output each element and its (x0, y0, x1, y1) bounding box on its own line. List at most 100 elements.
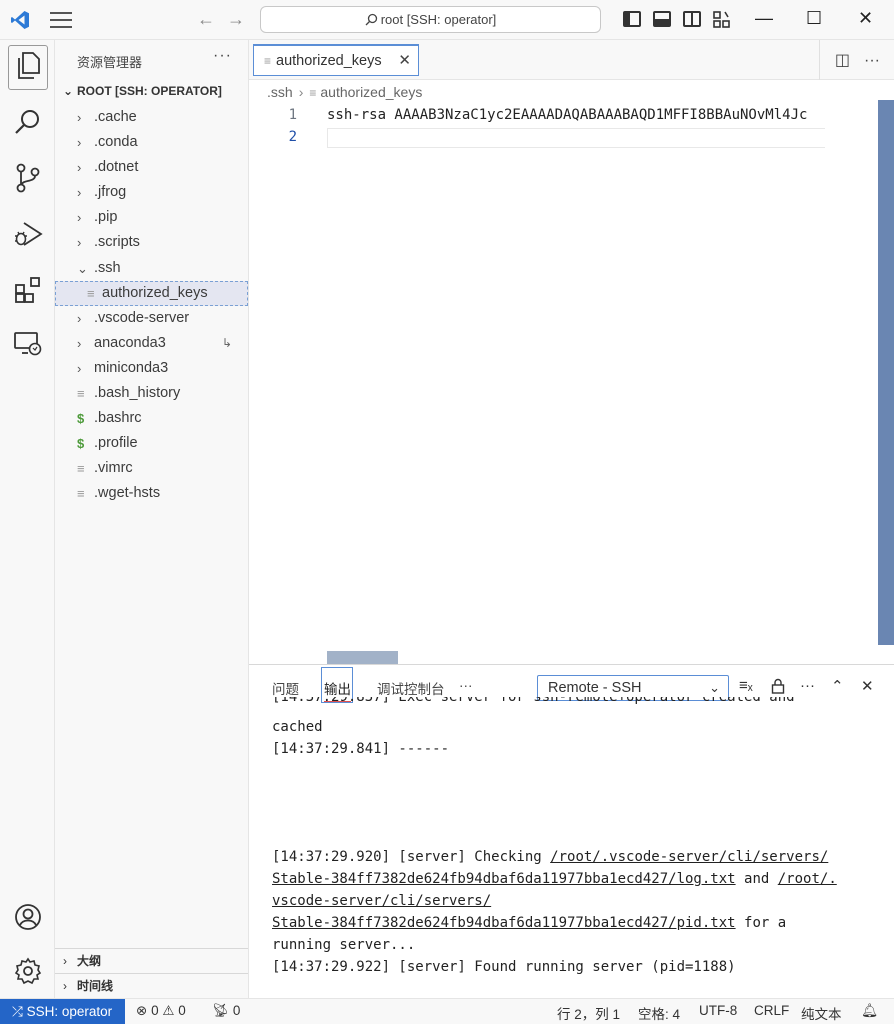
chevron-right-icon: › (77, 110, 82, 125)
tree-item-label: .jfrog (94, 184, 127, 201)
workspace-root-header[interactable]: ⌄ ROOT [SSH: OPERATOR] (63, 84, 222, 98)
tree-file[interactable]: ≡ .bash_history (55, 381, 248, 406)
tree-file[interactable]: ≡ authorized_keys (55, 280, 248, 306)
output-file-link[interactable]: vscode-server/cli/servers/ (272, 893, 491, 909)
tree-folder[interactable]: ⌄ .ssh (55, 256, 248, 281)
tree-folder[interactable]: › miniconda3 (55, 356, 248, 381)
file-lines-icon: ≡ (264, 54, 272, 68)
cursor-position[interactable]: 行 2，列 1 (557, 1003, 620, 1023)
customize-layout-icon[interactable] (713, 11, 731, 29)
tree-item-label: .scripts (94, 234, 140, 251)
text-editor[interactable]: 1 ssh-rsa AAAAB3NzaC1yc2EAAAADAQABAAABAQ… (249, 104, 894, 664)
split-editor-icon[interactable]: ◫ (835, 52, 850, 69)
back-arrow-icon[interactable]: ← (197, 9, 215, 30)
panel-more-actions-icon[interactable]: ··· (800, 677, 815, 694)
maximize-button[interactable]: ☐ (806, 8, 822, 29)
minimize-button[interactable]: — (755, 8, 773, 29)
output-file-link[interactable]: Stable-384ff7382de624fb94dbaf6da11977bba… (272, 915, 736, 931)
explorer-button[interactable] (0, 43, 55, 91)
error-icon: ⊗ (136, 1003, 148, 1018)
maximize-panel-icon[interactable]: ⌃ (831, 677, 844, 695)
clear-output-icon[interactable]: ≡ₓ (739, 677, 753, 694)
tab-debug-console[interactable]: 调试控制台 (377, 678, 445, 698)
eol-status[interactable]: CRLF (754, 1003, 789, 1018)
tab-authorized-keys[interactable]: ≡ authorized_keys ✕ (253, 44, 419, 76)
ports-status[interactable]: 📡︎ 0 (212, 1003, 240, 1019)
explorer-title: 资源管理器 (77, 55, 143, 70)
explorer-more-actions-button[interactable]: ··· (213, 47, 232, 65)
tree-folder[interactable]: › .vscode-server (55, 306, 248, 331)
breadcrumb: .ssh › ≡ authorized_keys (267, 84, 422, 100)
tree-item-label: .cache (94, 109, 137, 125)
close-tab-icon[interactable]: ✕ (398, 46, 411, 76)
output-file-link[interactable]: Stable-384ff7382de624fb94dbaf6da11977bba… (272, 871, 736, 887)
tree-file[interactable]: ≡ .wget-hsts (55, 481, 248, 506)
hamburger-menu-icon[interactable] (50, 12, 72, 28)
output-line: [14:37:29.920] [server] Checking /root/.… (272, 849, 829, 865)
search-text: root [SSH: operator] (380, 12, 497, 27)
more-actions-icon[interactable]: ··· (864, 52, 880, 69)
chevron-right-icon: › (77, 160, 82, 176)
output-file-link[interactable]: /root/.vscode-server/cli/servers/ (550, 849, 828, 865)
line-number: 2 (288, 129, 297, 145)
outline-section[interactable]: › 大纲 (55, 948, 248, 973)
output-file-link[interactable]: /root/. (778, 871, 837, 887)
remote-label: SSH: operator (26, 1004, 113, 1019)
chevron-right-icon: › (77, 185, 82, 201)
search-icon (365, 13, 377, 26)
lock-scroll-icon[interactable] (771, 678, 785, 694)
bell-icon[interactable]: 🔔︎ (861, 1003, 878, 1019)
source-control-button[interactable] (0, 154, 55, 202)
encoding-status[interactable]: UTF-8 (699, 1003, 737, 1018)
chevron-right-icon: › (77, 360, 82, 376)
shell-file-icon: $ (77, 411, 85, 427)
tab-problems[interactable]: 问题 (272, 678, 299, 698)
breadcrumb-folder[interactable]: .ssh (267, 84, 293, 100)
tree-file[interactable]: ≡ .vimrc (55, 456, 248, 481)
remote-indicator[interactable]: ⤮ SSH: operator (0, 999, 125, 1024)
close-window-button[interactable]: ✕ (858, 8, 873, 29)
problems-status[interactable]: ⊗ 0 ⚠ 0 (136, 1003, 186, 1019)
tree-folder[interactable]: › .dotnet (55, 155, 248, 180)
breadcrumb-file[interactable]: authorized_keys (320, 84, 422, 100)
tree-folder[interactable]: › .jfrog (55, 180, 248, 205)
remote-explorer-button[interactable] (0, 320, 55, 368)
forward-arrow-icon[interactable]: → (227, 9, 245, 30)
run-debug-button[interactable] (0, 210, 55, 258)
command-center-search[interactable]: root [SSH: operator] (260, 6, 601, 33)
tree-item-label: .profile (94, 435, 138, 452)
editor-actions-divider (819, 40, 820, 80)
extensions-button[interactable] (0, 266, 55, 314)
close-panel-icon[interactable]: ✕ (861, 677, 874, 695)
editor-vertical-scrollbar[interactable] (878, 100, 894, 645)
tree-folder[interactable]: › .conda (55, 130, 248, 155)
toggle-primary-sidebar-icon[interactable] (623, 11, 641, 27)
tree-file[interactable]: $ .profile (55, 431, 248, 456)
panel-more-tabs-button[interactable]: ··· (459, 678, 473, 693)
manage-settings-button[interactable] (0, 947, 55, 995)
vscode-logo-icon[interactable] (10, 10, 30, 30)
tree-folder[interactable]: › .pip (55, 205, 248, 230)
output-line: [14:37:29.841] ------ (272, 741, 450, 757)
tree-folder[interactable]: › .scripts (55, 230, 248, 255)
tree-item-label: .vimrc (94, 460, 133, 477)
language-mode[interactable]: 纯文本 (801, 1003, 842, 1023)
tree-folder[interactable]: › .cache (55, 105, 248, 130)
output-line: [14:37:29.837] Exec server for ssh-remot… (272, 697, 795, 705)
tree-file[interactable]: $ .bashrc (55, 406, 248, 431)
output-line: cached (272, 719, 323, 735)
timeline-section[interactable]: › 时间线 (55, 973, 248, 998)
chevron-right-icon: › (77, 335, 82, 351)
file-tree: › .cache › .conda › .dotnet › .jfrog › .pip › .scri… (55, 105, 248, 507)
chevron-right-icon: › (77, 235, 82, 251)
tree-folder[interactable]: › anaconda3 ↳ (55, 331, 248, 356)
code-line[interactable]: ssh-rsa AAAAB3NzaC1yc2EAAAADAQABAAABAQD1… (327, 107, 825, 123)
editor-horizontal-scrollbar[interactable] (327, 651, 398, 665)
title-bar: ← → root [SSH: operator] — ☐ ✕ (0, 0, 894, 40)
accounts-button[interactable] (0, 893, 55, 941)
toggle-secondary-sidebar-icon[interactable] (683, 11, 701, 27)
indentation-status[interactable]: 空格: 4 (638, 1003, 680, 1023)
toggle-panel-icon[interactable] (653, 11, 671, 27)
search-view-button[interactable] (0, 98, 55, 146)
tree-item-label: authorized_keys (102, 284, 208, 301)
